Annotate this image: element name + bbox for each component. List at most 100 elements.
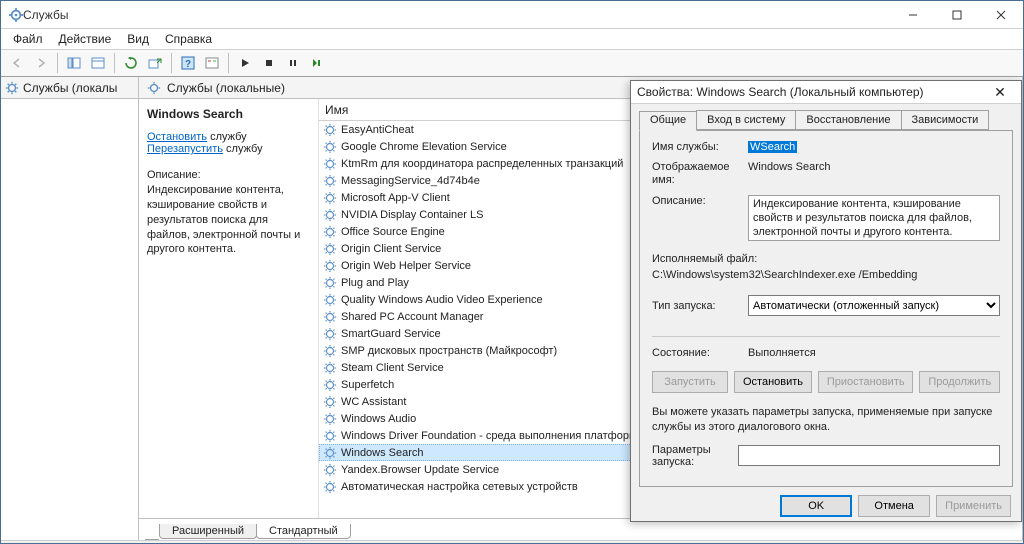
gear-icon (323, 378, 337, 392)
restart-service-link[interactable]: Перезапустить (147, 143, 223, 155)
start-params-label: Параметры запуска: (652, 444, 738, 468)
service-name: MessagingService_4d74b4e (341, 175, 480, 187)
close-button[interactable] (979, 1, 1023, 29)
center-header-label: Службы (локальные) (167, 81, 285, 95)
stop-service-link[interactable]: Остановить (147, 131, 207, 143)
tree-header: Службы (локалы (1, 77, 138, 99)
start-button[interactable]: Запустить (652, 371, 728, 393)
toolbar-icon[interactable] (200, 52, 224, 74)
tab-standard[interactable]: Стандартный (256, 524, 351, 539)
service-name: Office Source Engine (341, 226, 445, 238)
pause-service-button[interactable] (281, 52, 305, 74)
gear-icon (323, 259, 337, 273)
properties-footer: OK Отмена Применить (631, 495, 1021, 527)
startup-type-label: Тип запуска: (652, 300, 748, 312)
service-name-value: WSearch (748, 141, 797, 153)
refresh-button[interactable] (119, 52, 143, 74)
services-icon (9, 8, 23, 22)
resume-button[interactable]: Продолжить (919, 371, 1000, 393)
gear-icon (323, 361, 337, 375)
display-name-label: Отображаемое имя: (652, 161, 748, 187)
properties-body: Имя службы: WSearch Отображаемое имя: Wi… (639, 130, 1013, 487)
gear-icon (323, 310, 337, 324)
gear-icon (323, 344, 337, 358)
service-name: Автоматическая настройка сетевых устройс… (341, 481, 578, 493)
maximize-button[interactable] (935, 1, 979, 29)
toolbar: ? (1, 49, 1023, 77)
service-name: Origin Web Helper Service (341, 260, 471, 272)
start-params-input[interactable] (738, 445, 1000, 466)
help-button[interactable]: ? (176, 52, 200, 74)
service-name: Windows Audio (341, 413, 416, 425)
gear-icon (323, 276, 337, 290)
gear-icon (323, 293, 337, 307)
ok-button[interactable]: OK (780, 495, 852, 517)
description-label: Описание: (147, 169, 310, 181)
properties-dialog: Свойства: Windows Search (Локальный комп… (630, 80, 1022, 522)
properties-button[interactable] (86, 52, 110, 74)
stop-suffix: службу (207, 131, 247, 143)
gear-icon (323, 242, 337, 256)
menu-action[interactable]: Действие (51, 30, 120, 48)
console-tree-pane: Службы (локалы (1, 77, 139, 540)
minimize-button[interactable] (891, 1, 935, 29)
display-name-value: Windows Search (748, 161, 1000, 173)
gear-icon (323, 429, 337, 443)
gear-icon (323, 174, 337, 188)
gear-icon (323, 123, 337, 137)
gear-icon (323, 208, 337, 222)
services-window: Службы Файл Действие Вид Справка ? (0, 0, 1024, 544)
tree-header-label: Службы (локалы (23, 81, 117, 95)
start-service-button[interactable] (233, 52, 257, 74)
properties-close-button[interactable]: ✕ (985, 81, 1015, 103)
restart-suffix: службу (223, 143, 263, 155)
tab-general[interactable]: Общие (639, 111, 697, 131)
cancel-button[interactable]: Отмена (858, 495, 930, 517)
state-value: Выполняется (748, 347, 1000, 359)
service-name: Windows Search (341, 447, 424, 459)
apply-button[interactable]: Применить (936, 495, 1011, 517)
pause-button[interactable]: Приостановить (818, 371, 914, 393)
service-name-label: Имя службы: (652, 141, 748, 153)
tab-logon[interactable]: Вход в систему (696, 110, 796, 130)
properties-tabs: Общие Вход в систему Восстановление Зави… (631, 104, 1021, 130)
export-button[interactable] (143, 52, 167, 74)
service-name: SmartGuard Service (341, 328, 441, 340)
service-name: Quality Windows Audio Video Experience (341, 294, 543, 306)
service-description-panel: Windows Search Остановить службу Перезап… (139, 99, 319, 518)
gear-icon (323, 327, 337, 341)
tab-dependencies[interactable]: Зависимости (901, 110, 990, 130)
gear-icon (323, 446, 337, 460)
back-button[interactable] (5, 52, 29, 74)
service-name: Superfetch (341, 379, 394, 391)
startup-type-select[interactable]: Автоматически (отложенный запуск) (748, 295, 1000, 316)
service-name: Microsoft App-V Client (341, 192, 450, 204)
description-textarea[interactable]: Индексирование контента, кэширование сво… (748, 195, 1000, 241)
gear-icon (323, 395, 337, 409)
service-name: EasyAntiCheat (341, 124, 414, 136)
menu-view[interactable]: Вид (119, 30, 157, 48)
menubar: Файл Действие Вид Справка (1, 29, 1023, 49)
stop-button[interactable]: Остановить (734, 371, 812, 393)
show-hide-tree-button[interactable] (62, 52, 86, 74)
tab-extended[interactable]: Расширенный (159, 524, 257, 539)
forward-button[interactable] (29, 52, 53, 74)
service-name: Windows Driver Foundation - среда выполн… (341, 430, 657, 442)
description-label: Описание: (652, 195, 748, 207)
service-name: Plug and Play (341, 277, 409, 289)
stop-service-button[interactable] (257, 52, 281, 74)
properties-titlebar: Свойства: Windows Search (Локальный комп… (631, 81, 1021, 104)
service-name: NVIDIA Display Container LS (341, 209, 483, 221)
titlebar: Службы (1, 1, 1023, 29)
restart-service-button[interactable] (305, 52, 329, 74)
service-name: Steam Client Service (341, 362, 444, 374)
toolbar-separator (57, 53, 58, 73)
tab-recovery[interactable]: Восстановление (795, 110, 901, 130)
window-title: Службы (23, 8, 891, 22)
menu-help[interactable]: Справка (157, 30, 220, 48)
statusbar (1, 540, 1023, 543)
menu-file[interactable]: Файл (5, 30, 51, 48)
gear-icon (323, 480, 337, 494)
gear-icon (323, 191, 337, 205)
toolbar-separator (114, 53, 115, 73)
